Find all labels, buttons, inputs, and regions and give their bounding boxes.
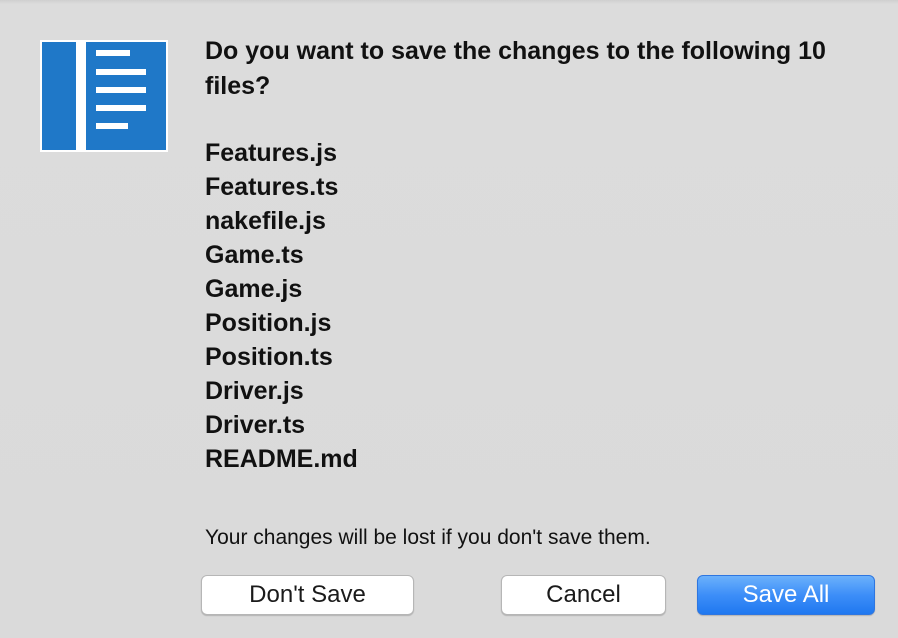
- document-lines-icon: [40, 40, 168, 152]
- file-list-item: Game.ts: [205, 241, 304, 269]
- file-list: Features.js Features.ts nakefile.js Game…: [205, 136, 358, 476]
- file-list-item: nakefile.js: [205, 207, 326, 235]
- file-list-item: Position.ts: [205, 343, 333, 371]
- file-list-item: Driver.ts: [205, 411, 306, 439]
- file-list-item: Features.ts: [205, 173, 339, 201]
- file-list-item: README.md: [205, 445, 358, 473]
- dialog-info-text: Your changes will be lost if you don't s…: [205, 526, 651, 549]
- file-list-item: Driver.js: [205, 377, 304, 405]
- file-list-item: Position.js: [205, 309, 332, 337]
- file-list-item: Features.js: [205, 139, 338, 167]
- file-list-item: Game.js: [205, 275, 303, 303]
- save-all-button[interactable]: Save All: [697, 575, 875, 615]
- cancel-button[interactable]: Cancel: [501, 575, 666, 615]
- dont-save-button[interactable]: Don't Save: [201, 575, 414, 615]
- dialog-message: Do you want to save the changes to the f…: [205, 37, 826, 100]
- save-changes-dialog: Do you want to save the changes to the f…: [0, 0, 898, 638]
